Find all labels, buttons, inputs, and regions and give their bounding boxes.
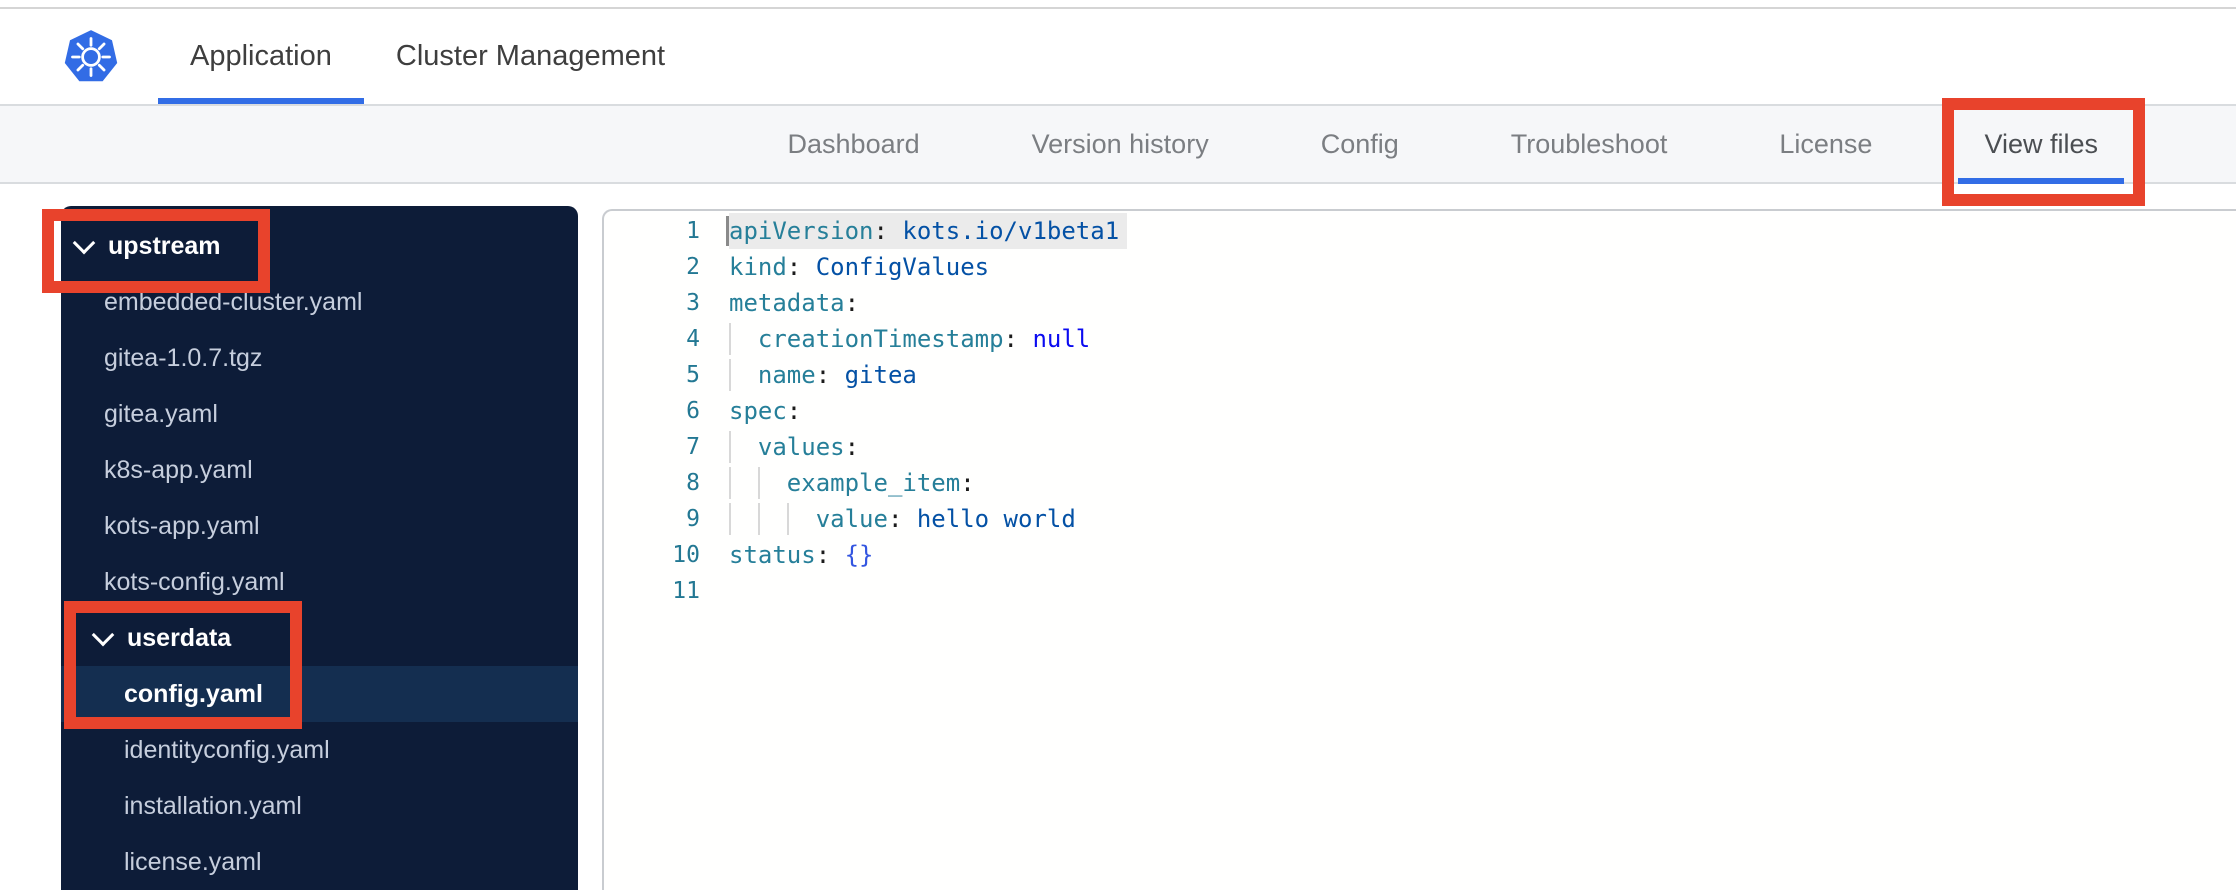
header-tab-bar: Application Cluster Management xyxy=(158,9,697,104)
subnav-tab-view-files[interactable]: View files xyxy=(1958,106,2124,184)
tree-item-label: k8s-app.yaml xyxy=(104,455,253,484)
code-line-10: 10 status: {} xyxy=(604,537,2236,573)
subnav-tab-version-history[interactable]: Version history xyxy=(1006,106,1235,182)
app-header: Application Cluster Management xyxy=(0,9,2236,104)
subnav-tab-config[interactable]: Config xyxy=(1295,106,1425,182)
line-content: status: {} xyxy=(729,541,874,569)
line-content: spec: xyxy=(729,397,802,425)
line-content: name: gitea xyxy=(729,357,917,393)
tree-item-label: kots-app.yaml xyxy=(104,511,260,540)
indent-guide xyxy=(786,503,789,535)
subnav-tab-dashboard[interactable]: Dashboard xyxy=(762,106,946,182)
tree-file-kots-config-yaml[interactable]: kots-config.yaml xyxy=(61,554,578,610)
indent-guide xyxy=(729,431,731,463)
line-number: 8 xyxy=(686,470,700,496)
tree-item-label: identityconfig.yaml xyxy=(124,735,330,764)
chevron-down-icon xyxy=(91,623,115,646)
app-subnav: Dashboard Version history Config Troublesho… xyxy=(0,104,2236,184)
tree-item-label: upstream xyxy=(108,231,221,260)
code-line-11: 11 xyxy=(604,573,2236,609)
code-line-3: 3 metadata: xyxy=(604,285,2236,321)
code-line-6: 6 spec: xyxy=(604,393,2236,429)
file-tree: upstream embedded-cluster.yaml gitea-1.0.7… xyxy=(61,206,578,890)
tree-item-label: license.yaml xyxy=(124,847,262,876)
code-line-1: 1 apiVersion: kots.io/v1beta1 xyxy=(604,213,2236,249)
kots-admin-console: Application Cluster Management Dashboard V… xyxy=(0,0,2236,890)
line-content: kind: ConfigValues xyxy=(729,253,990,281)
code-line-8: 8 example_item: xyxy=(604,465,2236,501)
header-tab-application[interactable]: Application xyxy=(158,9,364,104)
line-number: 1 xyxy=(686,218,700,244)
tree-item-label: gitea.yaml xyxy=(104,399,218,428)
tree-file-embedded-cluster-yaml[interactable]: embedded-cluster.yaml xyxy=(61,274,578,330)
tree-file-gitea-yaml[interactable]: gitea.yaml xyxy=(61,386,578,442)
code-line-5: 5 name: gitea xyxy=(604,357,2236,393)
kubernetes-logo-icon xyxy=(63,29,119,85)
subnav-tab-troubleshoot[interactable]: Troubleshoot xyxy=(1485,106,1694,182)
tree-folder-upstream[interactable]: upstream xyxy=(61,218,578,274)
indent-guide xyxy=(729,503,731,535)
header-tab-cluster-management[interactable]: Cluster Management xyxy=(364,9,697,104)
line-number: 4 xyxy=(686,326,700,352)
line-number: 5 xyxy=(686,362,700,388)
tree-item-label: kots-config.yaml xyxy=(104,567,285,596)
indent-guide xyxy=(729,359,731,391)
code-line-9: 9 value: hello world xyxy=(604,501,2236,537)
tree-file-identityconfig-yaml[interactable]: identityconfig.yaml xyxy=(61,722,578,778)
line-number: 11 xyxy=(672,578,700,604)
line-content: value: hello world xyxy=(729,501,1076,537)
tree-file-license-yaml[interactable]: license.yaml xyxy=(61,834,578,890)
tree-file-k8s-app-yaml[interactable]: k8s-app.yaml xyxy=(61,442,578,498)
tree-item-label: embedded-cluster.yaml xyxy=(104,287,363,316)
tree-file-config-yaml[interactable]: config.yaml xyxy=(61,666,578,722)
code-line-2: 2 kind: ConfigValues xyxy=(604,249,2236,285)
tree-item-label: installation.yaml xyxy=(124,791,302,820)
subnav-tab-license[interactable]: License xyxy=(1753,106,1898,182)
tree-item-label: userdata xyxy=(127,623,232,652)
line-number: 2 xyxy=(686,254,700,280)
line-content: creationTimestamp: null xyxy=(729,321,1090,357)
line-number: 6 xyxy=(686,398,700,424)
tree-file-gitea-1-0-7-tgz[interactable]: gitea-1.0.7.tgz xyxy=(61,330,578,386)
tree-file-installation-yaml[interactable]: installation.yaml xyxy=(61,778,578,834)
line-content: apiVersion: kots.io/v1beta1 xyxy=(725,213,1128,249)
line-content: values: xyxy=(729,429,859,465)
tree-item-label: gitea-1.0.7.tgz xyxy=(104,343,263,372)
line-number: 9 xyxy=(686,506,700,532)
code-editor[interactable]: 1 apiVersion: kots.io/v1beta1 2 kind: Confi… xyxy=(602,209,2236,890)
tree-item-label: config.yaml xyxy=(124,679,263,708)
line-content: example_item: xyxy=(729,465,975,501)
indent-guide xyxy=(757,503,760,535)
line-number: 7 xyxy=(686,434,700,460)
indent-guide xyxy=(729,467,731,499)
tree-folder-userdata[interactable]: userdata xyxy=(61,610,578,666)
indent-guide xyxy=(757,467,760,499)
tree-file-kots-app-yaml[interactable]: kots-app.yaml xyxy=(61,498,578,554)
code-line-7: 7 values: xyxy=(604,429,2236,465)
line-number: 3 xyxy=(686,290,700,316)
code-line-4: 4 creationTimestamp: null xyxy=(604,321,2236,357)
indent-guide xyxy=(729,323,731,355)
line-content: metadata: xyxy=(729,289,860,317)
line-number: 10 xyxy=(672,542,700,568)
chevron-down-icon xyxy=(72,231,96,254)
